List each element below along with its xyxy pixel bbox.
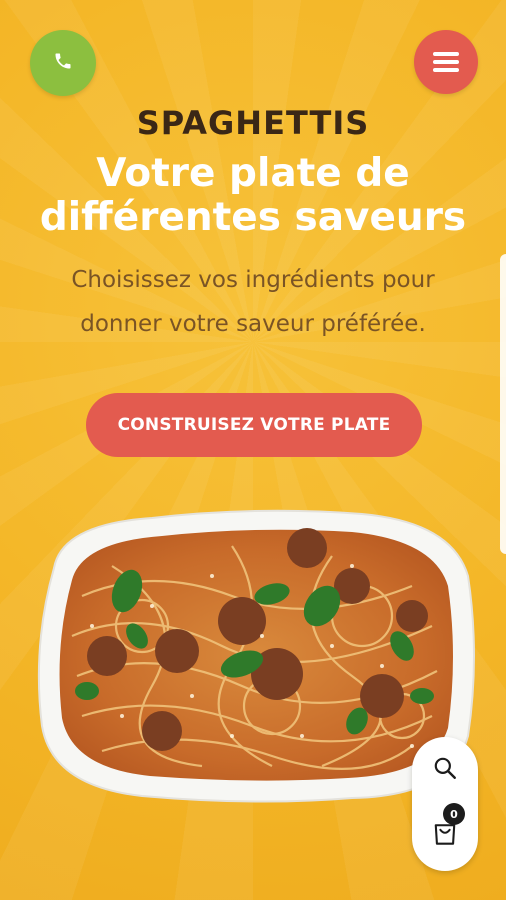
- call-button[interactable]: [30, 30, 96, 96]
- phone-icon: [53, 51, 73, 75]
- side-panel-edge: [500, 254, 506, 554]
- search-button[interactable]: [412, 753, 478, 787]
- hero-subtitle: Choisissez vos ingrédients pour donner v…: [71, 267, 435, 337]
- build-plate-button[interactable]: CONSTRUISEZ VOTRE PLATE: [86, 393, 422, 457]
- headline-line-1: Votre plate de: [96, 151, 410, 196]
- hamburger-icon: [433, 48, 459, 76]
- hero-headline: Votre plate de différentes saveurs: [10, 152, 496, 240]
- cart-count-badge: 0: [443, 803, 465, 825]
- category-title: SPAGHETTIS: [136, 104, 370, 142]
- floating-action-panel: 0: [412, 737, 478, 871]
- headline-line-2: différentes saveurs: [39, 195, 467, 240]
- menu-button[interactable]: [414, 30, 478, 94]
- search-icon: [432, 755, 458, 785]
